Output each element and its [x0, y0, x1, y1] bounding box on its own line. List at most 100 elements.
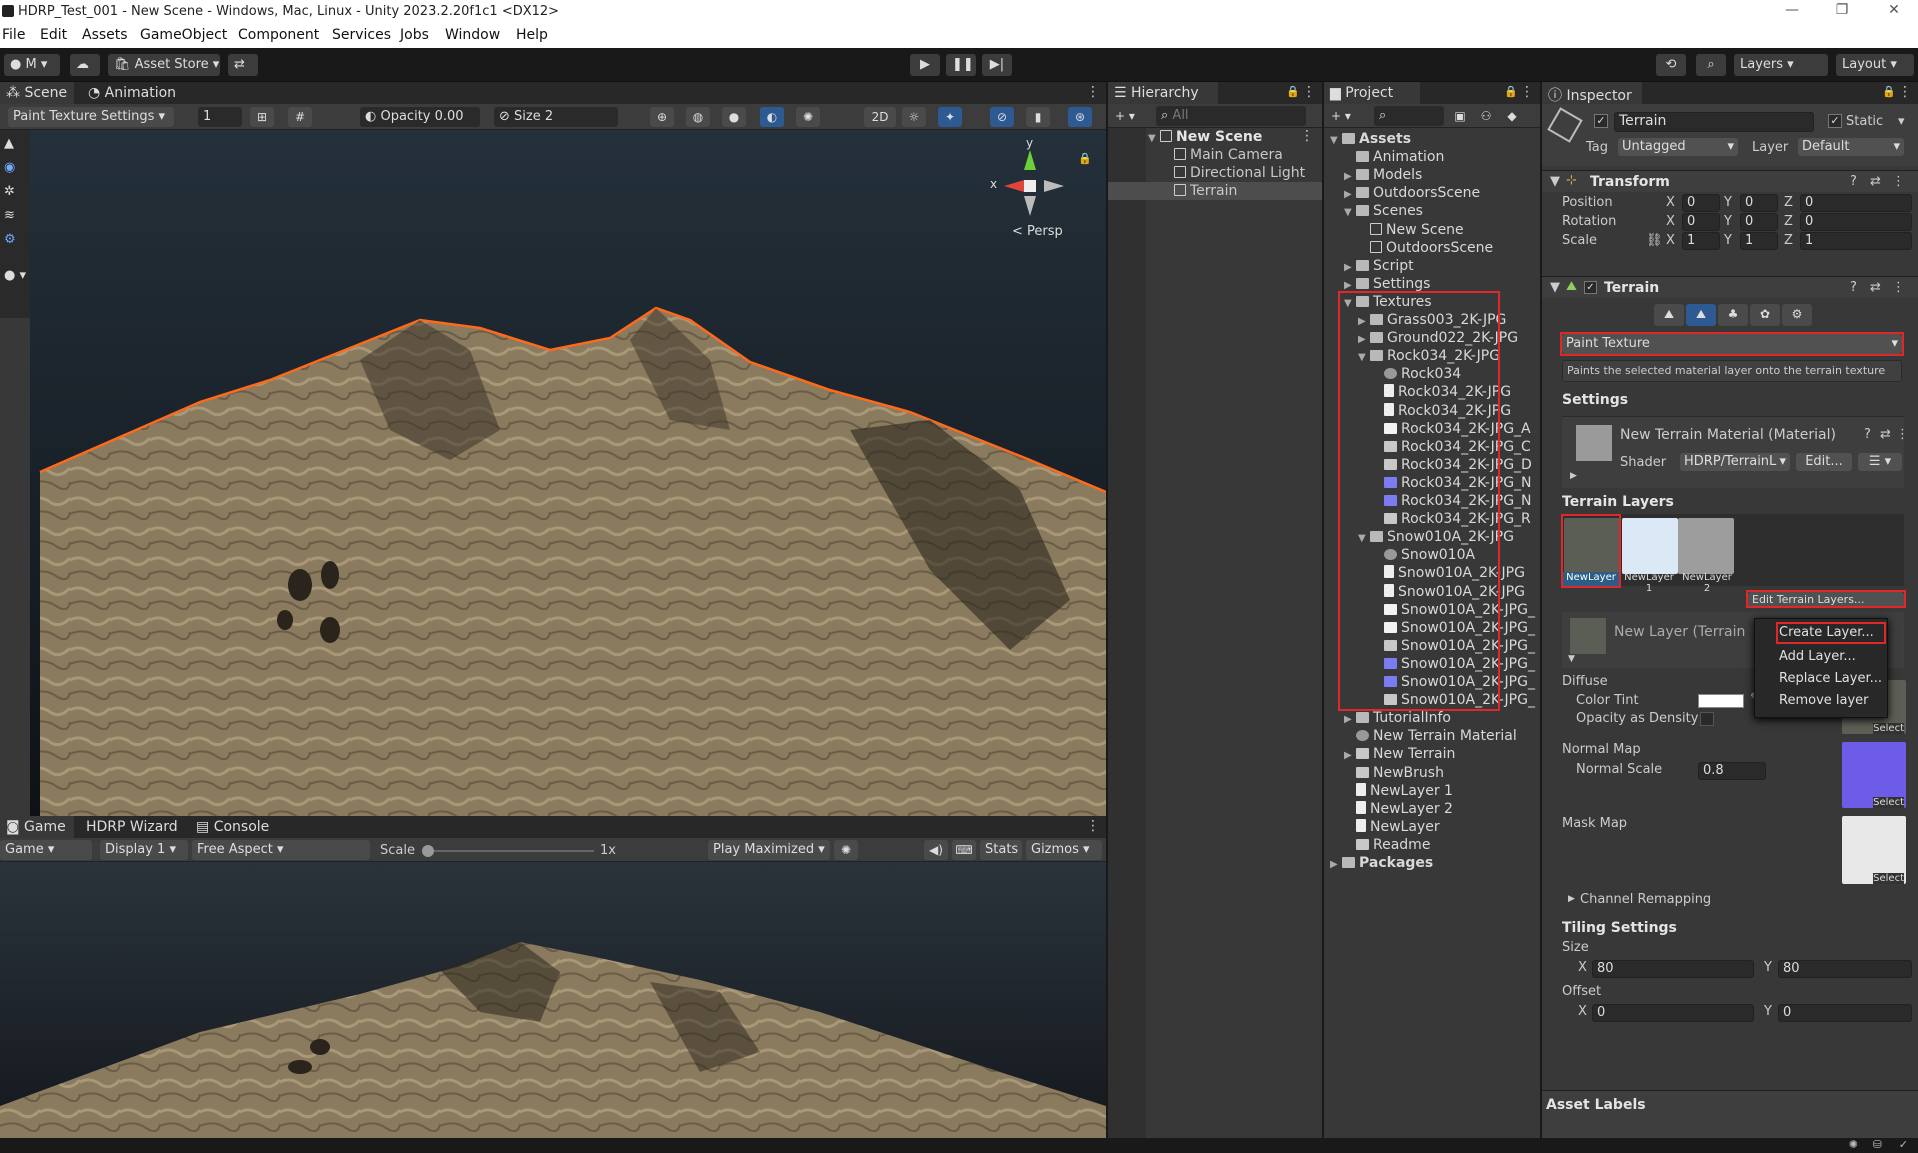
effects-icon[interactable]: ✦	[938, 107, 962, 127]
project-item[interactable]: Snow010A_2K-JPG_	[1372, 601, 1535, 619]
game-menu-icon[interactable]: ⋮	[1086, 818, 1100, 834]
menu-assets[interactable]: Assets	[82, 27, 128, 43]
minimize-icon[interactable]: —	[1782, 2, 1802, 22]
search-by-label-icon[interactable]: ⚇	[1474, 106, 1498, 126]
project-item[interactable]: Rock034	[1372, 365, 1461, 383]
opacity-density-checkbox[interactable]	[1700, 712, 1714, 726]
shader-options-dropdown[interactable]: ☰ ▾	[1858, 453, 1902, 471]
menu-edit[interactable]: Edit	[40, 27, 67, 43]
tab-game[interactable]: ◙ Game	[0, 816, 74, 838]
fold-arrow-icon[interactable]: ▶	[1330, 856, 1342, 874]
search-by-type-icon[interactable]: ▣	[1448, 106, 1472, 126]
project-item[interactable]: OutdoorsScene	[1358, 239, 1493, 257]
toggle-2d-button[interactable]: 2D	[864, 107, 896, 127]
step-button[interactable]: ▶|	[982, 54, 1012, 76]
tab-console[interactable]: ▤ Console	[190, 816, 280, 838]
project-item[interactable]: Snow010A_2K-JPG_	[1372, 673, 1535, 691]
hierarchy-item-main-camera[interactable]: Main Camera	[1174, 146, 1322, 164]
material-help-icon[interactable]: ?	[1864, 427, 1871, 442]
scene-menu-icon[interactable]: ⋮	[1086, 84, 1100, 100]
project-item[interactable]: Rock034_2K-JPG	[1372, 402, 1511, 420]
lighting-toggle-icon[interactable]: ☼	[902, 107, 926, 127]
fold-icon[interactable]: ▼	[1550, 174, 1560, 189]
version-control-icon[interactable]: ⇄	[228, 54, 258, 76]
offset-x-field[interactable]: 0	[1592, 1004, 1754, 1022]
shaded-wire-icon[interactable]: ◍	[686, 107, 710, 127]
color-tint-swatch[interactable]	[1698, 694, 1744, 708]
menu-remove-layer[interactable]: Remove layer	[1755, 691, 1887, 711]
fold-arrow-icon[interactable]: ▼	[1344, 204, 1356, 222]
layer-thumb-newlayer[interactable]	[1564, 518, 1620, 574]
project-item[interactable]: Snow010A_2K-JPG_	[1372, 655, 1535, 673]
terrain-tool-dropdown[interactable]: Paint Texture ▾	[1562, 334, 1902, 354]
menu-window[interactable]: Window	[445, 27, 500, 43]
gizmo-y-arrow[interactable]	[1024, 150, 1036, 170]
opacity-field[interactable]: ◐ Opacity 0.00	[360, 107, 480, 127]
normal-texture-slot[interactable]: Select	[1842, 742, 1906, 808]
pause-button[interactable]: ❚❚	[946, 54, 976, 76]
layer-detail-fold-icon[interactable]: ▼	[1568, 654, 1575, 664]
hierarchy-item-terrain[interactable]: Terrain	[1108, 182, 1322, 200]
size-field[interactable]: ⊘ Size 2	[494, 107, 618, 127]
history-icon[interactable]: ⟲	[1656, 54, 1686, 76]
inspector-menu-icon[interactable]: ⋮	[1898, 84, 1912, 100]
mask-texture-slot[interactable]: Select	[1842, 816, 1906, 884]
fold-icon[interactable]: ▼	[1550, 280, 1560, 295]
project-item[interactable]: NewLayer	[1344, 818, 1440, 836]
static-dropdown-icon[interactable]: ▾	[1898, 114, 1905, 129]
close-icon[interactable]: ✕	[1884, 2, 1904, 22]
object-name-field[interactable]: Terrain	[1614, 112, 1814, 132]
transform-x-field[interactable]: 0	[1682, 194, 1720, 212]
hierarchy-lock-icon[interactable]: 🔒	[1286, 85, 1300, 98]
hierarchy-item-directional-light[interactable]: Directional Light	[1174, 164, 1322, 182]
terrain-settings-icon[interactable]: ⚙	[4, 232, 24, 250]
debug-draw-icon[interactable]: ✺	[796, 107, 820, 127]
project-item[interactable]: ▶ Ground022_2K-JPG	[1358, 329, 1518, 347]
scene-viewport[interactable]: y x 🔒 < Persp	[30, 130, 1106, 816]
menu-component[interactable]: Component	[238, 27, 319, 43]
layers-dropdown[interactable]: Layers ▾	[1734, 54, 1828, 76]
project-item[interactable]: NewLayer 1	[1344, 782, 1453, 800]
transform-z-field[interactable]: 0	[1800, 213, 1912, 231]
project-item[interactable]: ▶ Grass003_2K-JPG	[1358, 311, 1506, 329]
progress-status-icon[interactable]: ✓	[1899, 1138, 1908, 1151]
preset-icon[interactable]: ⇄	[1870, 280, 1881, 295]
paint-mode-dropdown[interactable]: Paint Texture Settings ▾	[8, 107, 174, 127]
snap-icon[interactable]: ⊞	[250, 107, 274, 127]
constrain-proportions-icon[interactable]: ⛓	[1646, 233, 1663, 248]
inspector-lock-icon[interactable]: 🔒	[1882, 85, 1896, 98]
project-search-input[interactable]: ⌕	[1374, 106, 1444, 126]
terrain-settings-tool-icon[interactable]: ⚙	[1782, 304, 1812, 326]
transform-y-field[interactable]: 0	[1740, 213, 1778, 231]
project-add-button[interactable]: + ▾	[1326, 106, 1356, 126]
gizmo-center-cube[interactable]	[1024, 180, 1036, 192]
normal-scale-field[interactable]: 0.8	[1698, 762, 1766, 780]
fold-arrow-icon[interactable]: ▼	[1358, 530, 1370, 548]
paint-texture-icon[interactable]: ◉	[4, 160, 24, 178]
gizmo-neg-x-arrow[interactable]	[1044, 180, 1064, 192]
transform-x-field[interactable]: 0	[1682, 213, 1720, 231]
tab-hierarchy[interactable]: ☰ Hierarchy	[1108, 82, 1218, 104]
project-item[interactable]: ▶ Packages	[1330, 854, 1433, 872]
asset-labels-title[interactable]: Asset Labels	[1546, 1097, 1646, 1113]
project-item[interactable]: Readme	[1344, 836, 1430, 854]
project-item[interactable]: New Scene	[1358, 221, 1464, 239]
cloud-icon[interactable]: ☁	[70, 54, 100, 76]
brush-index-field[interactable]: 1	[198, 107, 242, 127]
maximize-icon[interactable]: ❐	[1832, 2, 1852, 22]
debug-status-icon[interactable]: ✺	[1849, 1138, 1858, 1151]
mute-audio-icon[interactable]: ◀)	[924, 840, 948, 860]
project-item[interactable]: Rock034_2K-JPG_R	[1372, 510, 1531, 528]
paint-details-icon[interactable]: ≋	[4, 208, 24, 226]
project-item[interactable]: Rock034_2K-JPG	[1372, 383, 1511, 401]
scale-slider-handle[interactable]	[422, 845, 434, 857]
project-item[interactable]: ▶ Script	[1344, 257, 1414, 275]
project-item[interactable]: Rock034_2K-JPG_C	[1372, 438, 1531, 456]
tab-animation[interactable]: ◔ Animation	[82, 82, 182, 104]
collab-status-icon[interactable]: ⛁	[1873, 1138, 1882, 1151]
paint-trees-tool-icon[interactable]: ♣	[1718, 304, 1748, 326]
lock-icon[interactable]: 🔒	[1078, 152, 1092, 165]
active-checkbox[interactable]: ✓	[1594, 114, 1608, 128]
project-item[interactable]: Snow010A_2K-JPG	[1372, 583, 1525, 601]
project-item[interactable]: Snow010A	[1372, 546, 1475, 564]
